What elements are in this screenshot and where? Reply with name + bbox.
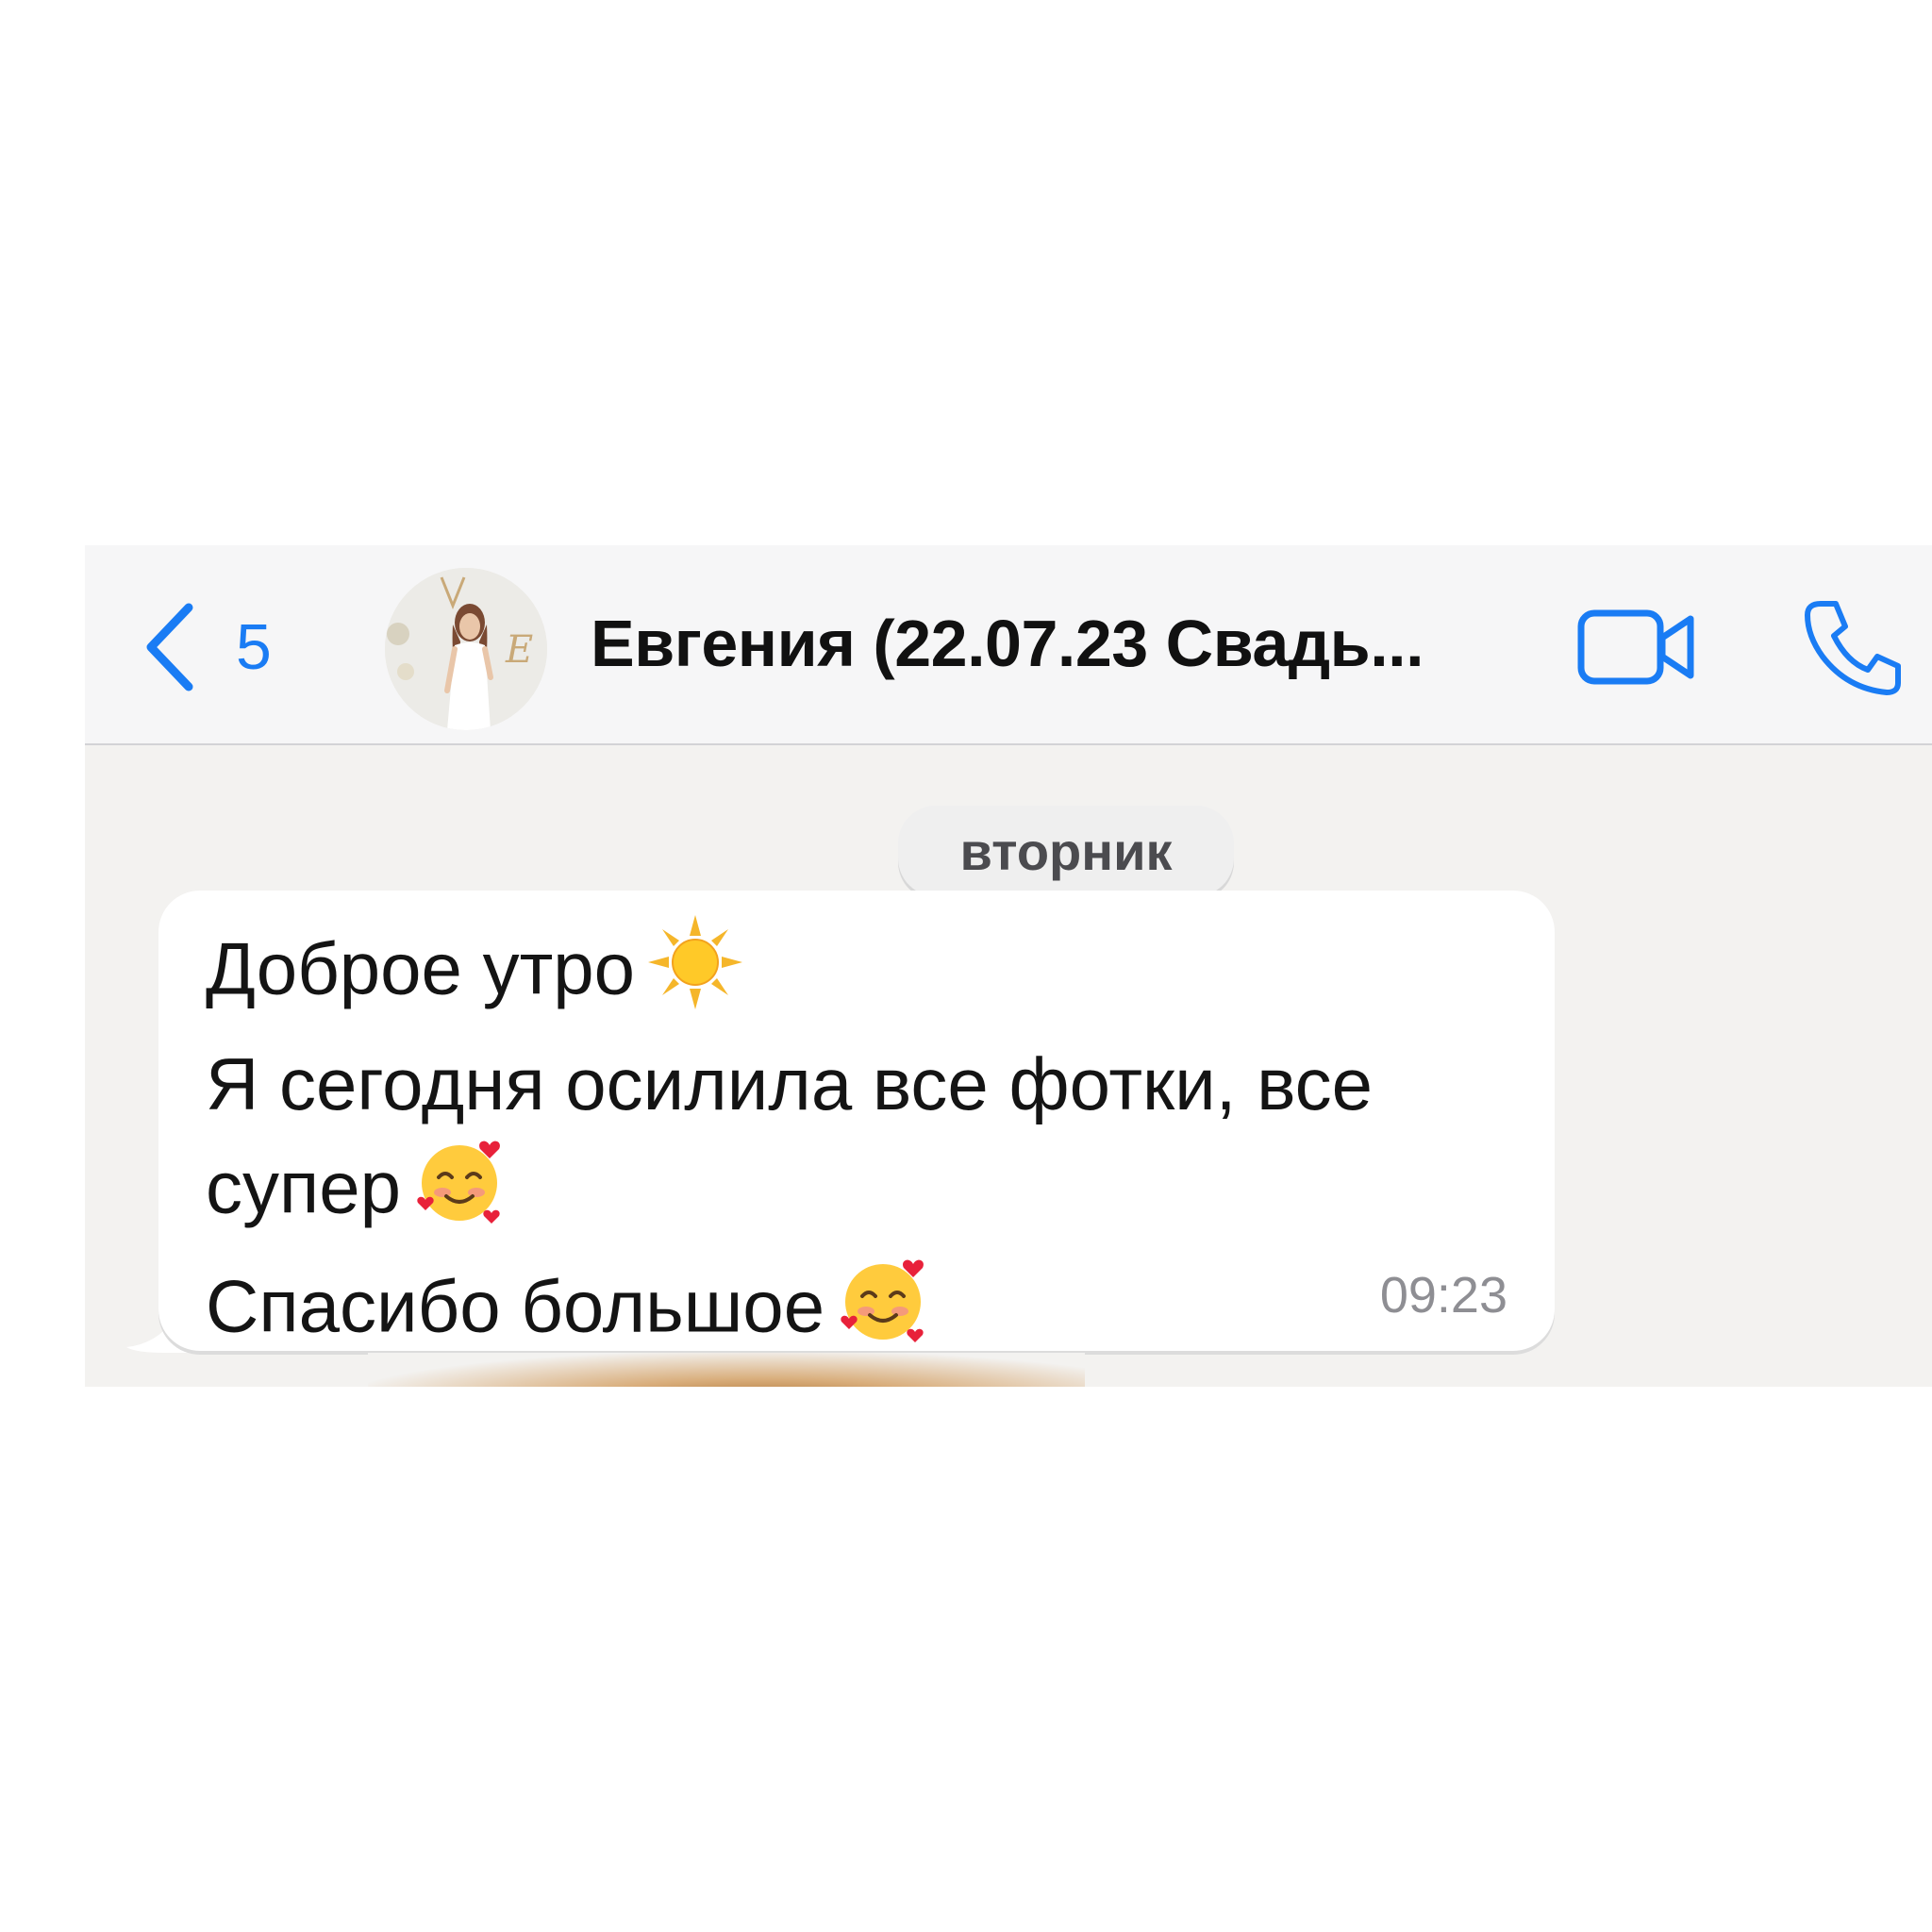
- video-camera-icon: [1577, 609, 1694, 685]
- smiling-face-with-hearts-emoji: [414, 1134, 508, 1253]
- avatar-photo: E: [385, 568, 547, 730]
- voice-call-button[interactable]: [1800, 594, 1906, 700]
- message-line: Доброе утро: [206, 915, 1373, 1034]
- message-text: Доброе утро Я сегодня осилила все фотки,…: [206, 915, 1373, 1372]
- phone-icon: [1805, 601, 1901, 695]
- unread-count: 5: [236, 611, 272, 683]
- date-separator: вторник: [898, 806, 1234, 896]
- contact-name[interactable]: Евгения (22.07.23 Свадь...: [591, 608, 1424, 680]
- next-message-preview: [368, 1353, 1085, 1387]
- message-line: Я сегодня осилила все фотки, все: [206, 1042, 1374, 1125]
- back-button[interactable]: 5: [142, 600, 272, 694]
- message-area[interactable]: вторник Доброе утро Я сегодня осилила вс…: [85, 745, 1932, 1387]
- chat-screen: 5 E Евгения (22.07.23 Свадь... вторник Д…: [85, 545, 1932, 1387]
- message-line: супер: [206, 1134, 1373, 1253]
- sun-emoji: [648, 915, 743, 1034]
- incoming-message[interactable]: Доброе утро Я сегодня осилила все фотки,…: [158, 891, 1555, 1351]
- avatar[interactable]: E: [385, 568, 547, 730]
- chat-header: 5 E Евгения (22.07.23 Свадь...: [85, 545, 1932, 745]
- svg-text:E: E: [505, 628, 533, 672]
- message-timestamp: 09:23: [1379, 1267, 1507, 1324]
- video-call-button[interactable]: [1575, 600, 1698, 694]
- chevron-left-icon: [146, 603, 193, 691]
